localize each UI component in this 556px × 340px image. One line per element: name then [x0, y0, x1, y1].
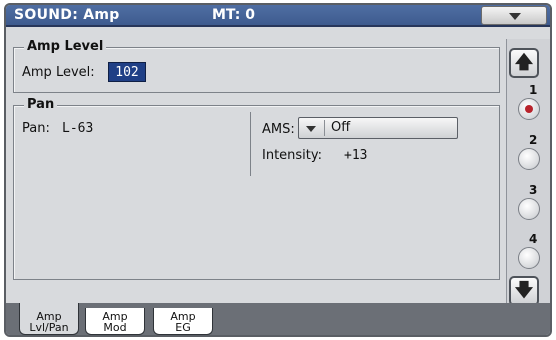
page-number-1: 1: [529, 83, 538, 97]
page-scroll-panel: 🡅 1 2 3 4 🡇: [506, 39, 550, 306]
dropdown-arrow-icon: [306, 126, 316, 132]
ams-dropdown[interactable]: Off: [298, 117, 458, 139]
amp-level-group: Amp Level Amp Level: 102: [13, 39, 500, 93]
tab-amp-lvl-pan[interactable]: Amp Lvl/Pan: [19, 303, 79, 335]
menu-arrow-icon: [509, 13, 521, 20]
pan-value-field[interactable]: L-63: [62, 121, 93, 136]
amp-level-group-title: Amp Level: [24, 39, 107, 54]
page-number-3: 3: [529, 183, 538, 197]
intensity-label: Intensity:: [262, 148, 323, 163]
tab-amp-eg[interactable]: Amp EG: [153, 308, 213, 335]
pan-label: Pan:: [22, 121, 50, 136]
title-bar: SOUND: Amp MT: 0: [6, 5, 550, 27]
tab-amp-mod[interactable]: Amp Mod: [85, 308, 145, 335]
scroll-down-button[interactable]: 🡇: [509, 276, 539, 306]
amp-level-label: Amp Level:: [22, 65, 95, 80]
tab-bar: Amp Lvl/Pan Amp Mod Amp EG: [6, 303, 550, 335]
tab-label-line2: Mod: [103, 321, 127, 334]
page-menu-button[interactable]: [481, 6, 547, 25]
down-arrow-icon: 🡇: [514, 280, 534, 301]
page-title: SOUND: Amp: [14, 7, 120, 23]
page-2-indicator[interactable]: [518, 148, 540, 170]
intensity-value-field[interactable]: +13: [344, 148, 367, 163]
page-3-indicator[interactable]: [518, 198, 540, 220]
tab-label-line2: Lvl/Pan: [29, 321, 69, 334]
page-1-indicator[interactable]: [518, 98, 540, 120]
scroll-up-button[interactable]: 🡅: [509, 48, 539, 78]
pan-group: Pan Pan: L-63 AMS: Off Intensity: +13: [13, 97, 500, 280]
mt-indicator: MT: 0: [212, 7, 255, 23]
ams-selected-value: Off: [331, 120, 351, 135]
up-arrow-icon: 🡅: [514, 52, 534, 73]
ams-label: AMS:: [262, 122, 295, 137]
page-number-4: 4: [529, 232, 538, 246]
sound-amp-screen: SOUND: Amp MT: 0 Amp Level Amp Level: 10…: [4, 3, 552, 337]
amp-level-value-field[interactable]: 102: [108, 62, 146, 82]
page-4-indicator[interactable]: [518, 247, 540, 269]
tab-label-line2: EG: [175, 321, 191, 334]
pan-divider: [250, 112, 251, 176]
page-number-2: 2: [529, 133, 538, 147]
pan-group-title: Pan: [24, 97, 58, 112]
dropdown-separator: [324, 120, 325, 136]
